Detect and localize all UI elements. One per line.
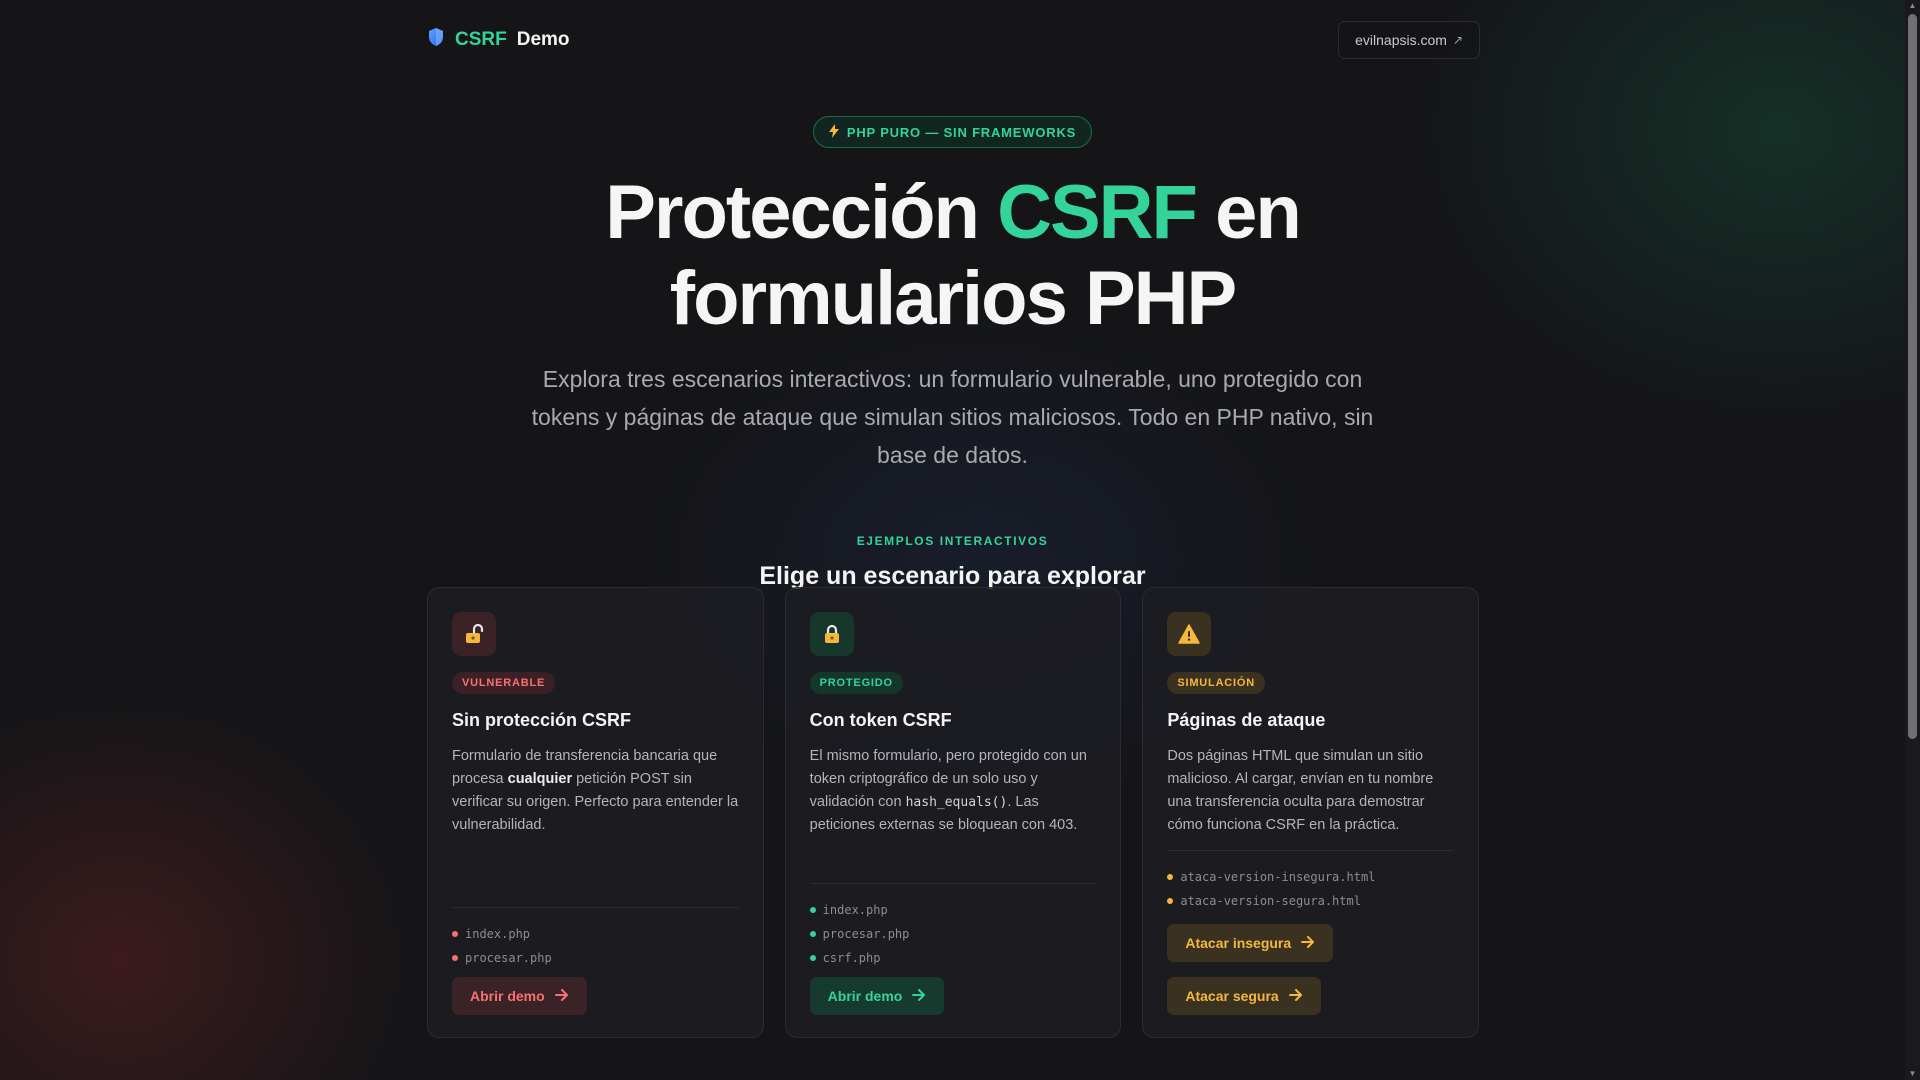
brand-logo[interactable]: CSRF Demo xyxy=(427,27,570,53)
bullet-dot xyxy=(809,907,816,913)
bullet-dot xyxy=(452,931,458,937)
file-name: ataca-version-segura.html xyxy=(1180,894,1361,908)
brand-name-accent: CSRF xyxy=(455,29,507,50)
shield-icon xyxy=(427,27,445,53)
page-title: Protección CSRF en formularios PHP xyxy=(0,170,1905,342)
status-badge: VULNERABLE xyxy=(452,672,556,694)
warning-icon xyxy=(1167,612,1212,656)
file-item: index.php xyxy=(809,898,1097,922)
card-protected: PROTEGIDO Con token CSRF El mismo formul… xyxy=(784,587,1122,1038)
card-simulation: SIMULACIÓN Páginas de ataque Dos páginas… xyxy=(1142,587,1480,1038)
external-site-label: evilnapsis.com xyxy=(1355,32,1447,48)
tech-pill-label: PHP PURO — SIN FRAMEWORKS xyxy=(846,124,1077,140)
open-demo-button[interactable]: Abrir demo xyxy=(809,977,945,1015)
card-title: Sin protección CSRF xyxy=(452,710,632,730)
file-list: ataca-version-insegura.html ataca-versio… xyxy=(1167,850,1455,913)
button-label: Atacar insegura xyxy=(1185,935,1292,951)
arrow-right-icon xyxy=(1301,935,1315,951)
arrow-right-icon xyxy=(554,988,569,1004)
file-name: procesar.php xyxy=(822,927,910,941)
open-demo-button[interactable]: Abrir demo xyxy=(452,977,587,1015)
file-item: procesar.php xyxy=(809,922,1097,946)
hero-subtitle: Explora tres escenarios interactivos: un… xyxy=(531,366,1374,468)
brand-name-rest: Demo xyxy=(516,29,570,50)
button-label: Atacar segura xyxy=(1185,988,1279,1004)
arrow-right-icon xyxy=(1288,988,1303,1004)
card-title: Con token CSRF xyxy=(809,710,952,730)
file-item: procesar.php xyxy=(452,946,739,970)
card-vulnerable: VULNERABLE Sin protección CSRF Formulari… xyxy=(427,587,764,1038)
title-line-2: formularios PHP xyxy=(669,256,1237,341)
status-badge: SIMULACIÓN xyxy=(1167,672,1266,694)
attack-secure-button[interactable]: Atacar segura xyxy=(1167,977,1321,1015)
file-name: index.php xyxy=(822,903,888,917)
button-label: Abrir demo xyxy=(827,988,903,1004)
file-item: ataca-version-insegura.html xyxy=(1167,865,1454,889)
card-description: El mismo formulario, pero protegido con … xyxy=(810,745,1097,837)
file-name: procesar.php xyxy=(465,951,552,965)
scrollbar-thumb[interactable] xyxy=(1908,14,1917,739)
card-title: Páginas de ataque xyxy=(1167,710,1326,730)
external-arrow-icon: ↗ xyxy=(1452,33,1463,47)
title-accent: CSRF xyxy=(997,170,1198,255)
hero-section: PHP PURO — SIN FRAMEWORKS Protección CSR… xyxy=(0,116,1905,591)
external-site-link[interactable]: evilnapsis.com ↗ xyxy=(1338,21,1480,59)
file-item: csrf.php xyxy=(809,946,1097,970)
status-badge: PROTEGIDO xyxy=(809,672,903,694)
bolt-icon xyxy=(828,123,839,141)
file-item: index.php xyxy=(452,922,739,946)
site-header: CSRF Demo evilnapsis.com ↗ xyxy=(427,21,1480,59)
card-description: Dos páginas HTML que simulan un sitio ma… xyxy=(1167,748,1434,833)
desc-code: hash_equals() xyxy=(905,795,1008,810)
bullet-dot xyxy=(809,955,816,961)
scroll-down-icon[interactable]: ▼ xyxy=(1905,1068,1920,1080)
bullet-dot xyxy=(452,955,458,961)
file-list: index.php procesar.php xyxy=(452,907,739,970)
scroll-up-icon[interactable]: ▲ xyxy=(1905,0,1920,12)
scenario-cards: VULNERABLE Sin protección CSRF Formulari… xyxy=(427,587,1480,1038)
button-label: Abrir demo xyxy=(470,988,545,1004)
title-part-1: Protección xyxy=(605,170,998,255)
file-name: ataca-version-insegura.html xyxy=(1180,870,1376,884)
page-scrollbar[interactable]: ▲ ▼ xyxy=(1905,0,1920,1080)
file-list: index.php procesar.php csrf.php xyxy=(809,883,1097,970)
locked-padlock-icon xyxy=(809,612,854,656)
tech-pill: PHP PURO — SIN FRAMEWORKS xyxy=(812,116,1093,148)
attack-insecure-button[interactable]: Atacar insegura xyxy=(1167,924,1334,962)
bullet-dot xyxy=(1167,874,1174,880)
title-part-2: en xyxy=(1195,170,1302,255)
file-name: index.php xyxy=(465,927,531,941)
arrow-right-icon xyxy=(912,988,926,1004)
unlocked-padlock-icon xyxy=(452,612,496,656)
file-item: ataca-version-segura.html xyxy=(1167,889,1454,913)
bullet-dot xyxy=(1167,898,1174,904)
section-eyebrow: EJEMPLOS INTERACTIVOS xyxy=(856,534,1049,548)
file-name: csrf.php xyxy=(822,951,881,965)
bullet-dot xyxy=(809,931,816,937)
card-description: Formulario de transferencia bancaria que… xyxy=(452,745,739,837)
desc-bold: cualquier xyxy=(507,771,573,787)
